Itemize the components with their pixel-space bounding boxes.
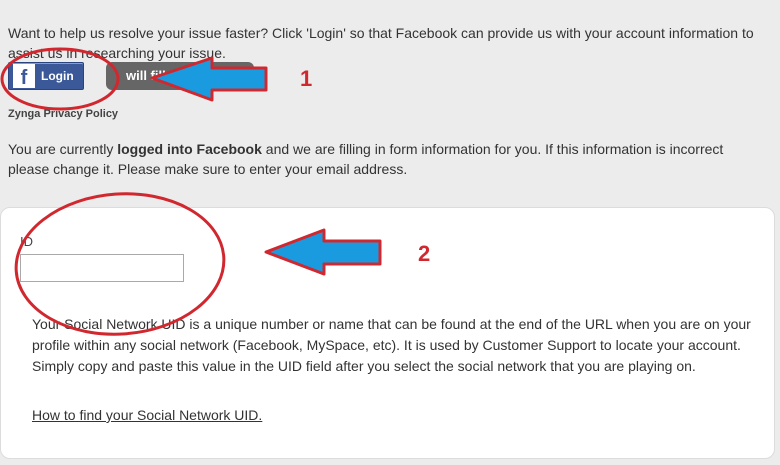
uid-panel: ID Your Social Network UID is a unique n… xyxy=(0,207,775,459)
id-input[interactable] xyxy=(20,254,184,282)
status-part1: You are currently xyxy=(8,141,118,157)
privacy-policy-link[interactable]: Zynga Privacy Policy xyxy=(8,108,118,120)
annotation-marker-1: 1 xyxy=(300,66,313,91)
login-status-text: You are currently logged into Facebook a… xyxy=(8,139,768,179)
facebook-f-icon: f xyxy=(13,64,35,88)
uid-help-link[interactable]: How to find your Social Network UID. xyxy=(32,407,262,423)
annotation-marker-2: 2 xyxy=(418,241,431,266)
id-label: ID xyxy=(20,234,33,249)
status-bold: logged into Facebook xyxy=(117,141,262,157)
login-label: Login xyxy=(41,69,74,83)
uid-help-text: Your Social Network UID is a unique numb… xyxy=(32,316,751,374)
facebook-login-button[interactable]: f Login xyxy=(8,62,84,90)
will-fill-button[interactable]: will fill xyxy=(106,62,254,90)
intro-text: Want to help us resolve your issue faste… xyxy=(8,25,754,61)
